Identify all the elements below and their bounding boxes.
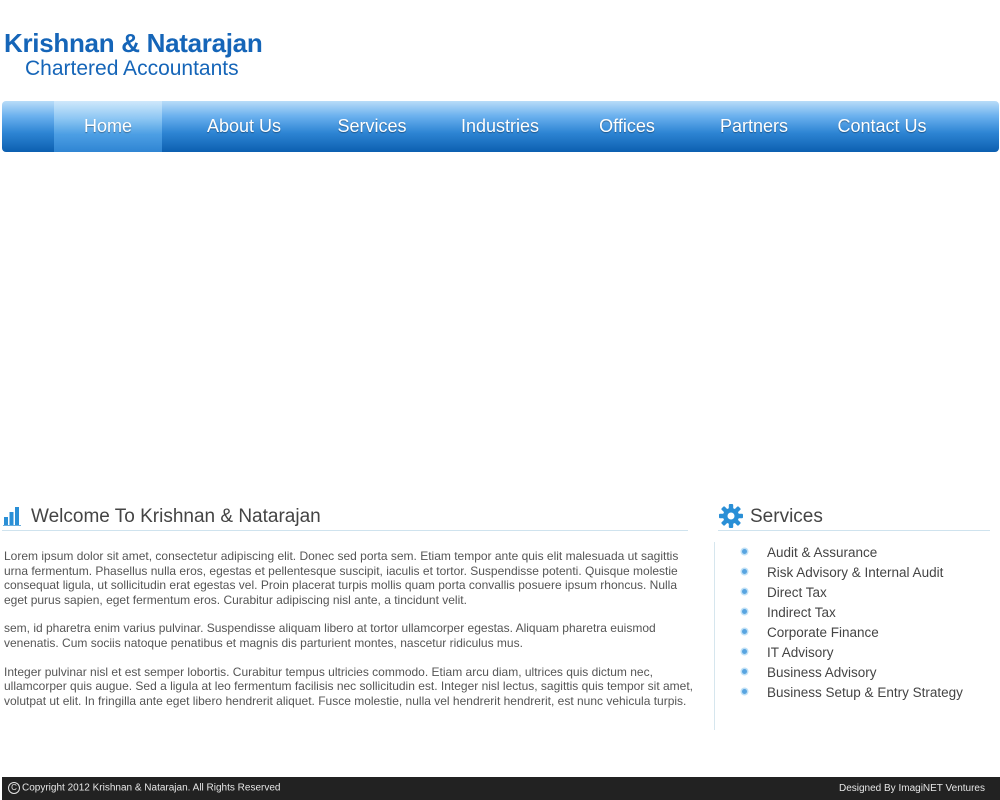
bullet-icon bbox=[742, 589, 747, 594]
bullet-icon bbox=[742, 549, 747, 554]
nav-item-home[interactable]: Home bbox=[54, 101, 162, 152]
welcome-paragraph: Integer pulvinar nisl et est semper lobo… bbox=[4, 664, 693, 708]
welcome-divider bbox=[2, 530, 688, 531]
welcome-paragraph: Lorem ipsum dolor sit amet, consectetur … bbox=[4, 549, 679, 607]
nav-item-offices[interactable]: Offices bbox=[584, 101, 670, 152]
welcome-section-header: Welcome To Krishnan & Natarajan bbox=[2, 503, 688, 531]
footer: C Copyright 2012 Krishnan & Natarajan. Al… bbox=[2, 777, 1000, 800]
services-link[interactable]: Audit & Assurance bbox=[767, 543, 877, 562]
services-heading: Services bbox=[750, 506, 823, 527]
sidebar-vertical-divider bbox=[714, 542, 715, 730]
designer-credit-link[interactable]: Designed By ImagiNET Ventures bbox=[839, 783, 985, 794]
nav-item-services[interactable]: Services bbox=[322, 101, 422, 152]
nav-item-contact-us[interactable]: Contact Us bbox=[826, 101, 938, 152]
services-link[interactable]: Corporate Finance bbox=[767, 623, 879, 642]
nav-item-partners[interactable]: Partners bbox=[704, 101, 804, 152]
services-link[interactable]: Direct Tax bbox=[767, 583, 827, 602]
services-link[interactable]: Risk Advisory & Internal Audit bbox=[767, 563, 943, 582]
services-link[interactable]: Business Advisory bbox=[767, 663, 877, 682]
copyright-icon: C bbox=[8, 782, 20, 794]
welcome-paragraph: sem, id pharetra enim varius pulvinar. S… bbox=[4, 621, 656, 650]
gear-icon bbox=[718, 503, 744, 533]
bullet-icon bbox=[742, 629, 747, 634]
welcome-body: Lorem ipsum dolor sit amet, consectetur … bbox=[4, 549, 700, 722]
nav-item-industries[interactable]: Industries bbox=[446, 101, 554, 152]
company-tagline: Chartered Accountants bbox=[25, 57, 239, 80]
bullet-icon bbox=[742, 569, 747, 574]
nav-item-about-us[interactable]: About Us bbox=[192, 101, 296, 152]
company-name: Krishnan & Natarajan bbox=[4, 28, 263, 58]
copyright-text: Copyright 2012 Krishnan & Natarajan. All… bbox=[22, 782, 281, 794]
welcome-heading: Welcome To Krishnan & Natarajan bbox=[31, 506, 321, 527]
bullet-icon bbox=[742, 669, 747, 674]
bullet-icon bbox=[742, 689, 747, 694]
bar-chart-icon bbox=[3, 506, 23, 530]
main-nav: Home About Us Services Industries Office… bbox=[2, 101, 999, 152]
services-section-header: Services bbox=[718, 503, 990, 531]
bullet-icon bbox=[742, 649, 747, 654]
services-divider bbox=[718, 530, 990, 531]
footer-copyright: C Copyright 2012 Krishnan & Natarajan. Al… bbox=[8, 782, 280, 794]
services-link[interactable]: Business Setup & Entry Strategy bbox=[767, 683, 963, 702]
services-link[interactable]: Indirect Tax bbox=[767, 603, 836, 622]
bullet-icon bbox=[742, 609, 747, 614]
services-link[interactable]: IT Advisory bbox=[767, 643, 834, 662]
